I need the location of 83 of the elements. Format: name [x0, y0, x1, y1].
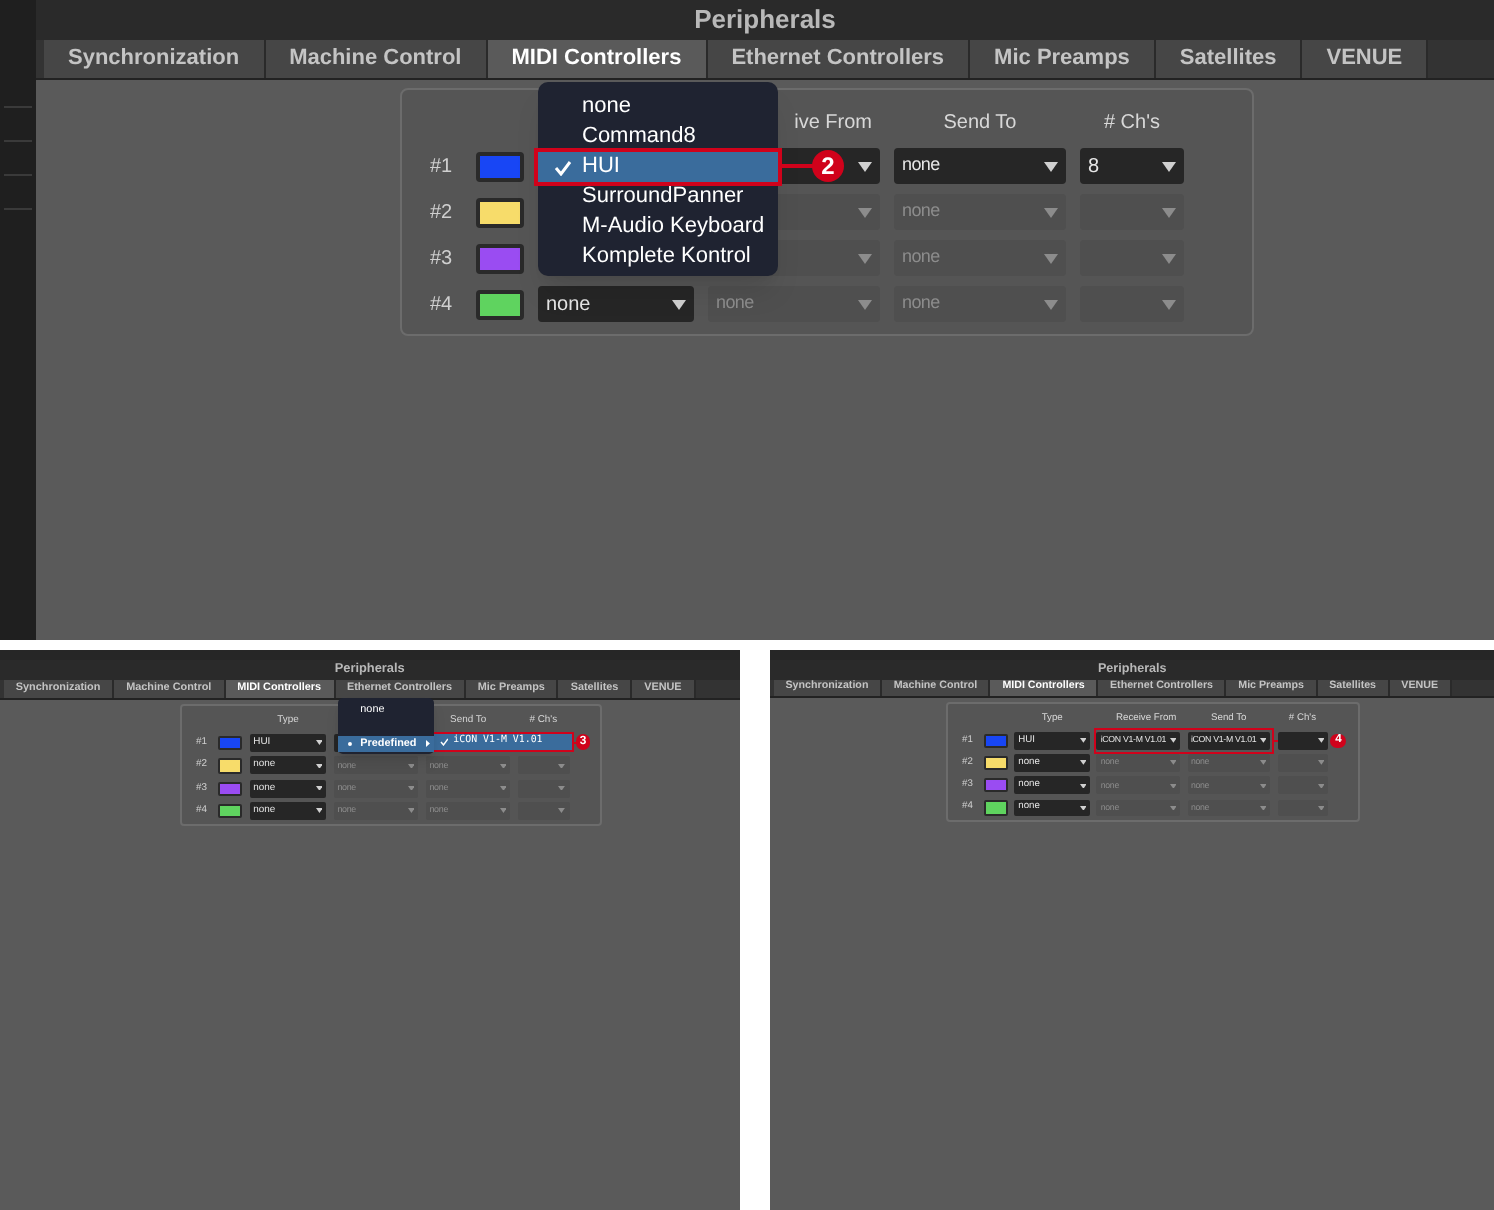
caret-icon — [315, 740, 323, 746]
menu-item[interactable]: HUI — [538, 152, 778, 182]
leader-line — [778, 164, 814, 168]
caret-icon — [499, 763, 507, 769]
caret-icon — [858, 299, 872, 309]
row-number: #2 — [430, 199, 455, 227]
caret-icon — [1079, 783, 1087, 789]
color-swatch[interactable] — [984, 756, 1008, 771]
caret-icon — [1079, 760, 1087, 766]
tab[interactable]: Ethernet Controllers — [707, 40, 971, 78]
menu-item[interactable]: none — [538, 92, 778, 122]
tab[interactable]: VENUE — [1302, 40, 1429, 78]
caret-icon — [1044, 161, 1058, 171]
color-swatch[interactable] — [984, 800, 1008, 816]
submenu-arrow-icon — [425, 740, 430, 748]
caret-icon — [1162, 207, 1176, 217]
color-swatch[interactable] — [218, 758, 243, 774]
caret-icon — [1317, 783, 1324, 789]
color-swatch[interactable] — [984, 733, 1008, 749]
dropdown[interactable]: none — [894, 148, 1066, 184]
row-number: #4 — [430, 291, 455, 319]
row-number: #3 — [430, 245, 455, 273]
caret-icon — [1259, 783, 1267, 789]
caret-icon — [1044, 299, 1058, 309]
caret-icon — [407, 808, 415, 814]
bullet-icon — [348, 741, 353, 746]
caret-icon — [1169, 738, 1177, 744]
check-icon — [439, 738, 449, 746]
caret-icon — [672, 299, 686, 309]
caret-icon — [1162, 253, 1176, 263]
color-swatch[interactable] — [476, 243, 524, 273]
caret-icon — [407, 763, 415, 769]
caret-icon — [1169, 805, 1177, 811]
color-swatch[interactable] — [476, 151, 524, 181]
caret-icon — [858, 253, 872, 263]
window-title: Peripherals — [694, 2, 836, 39]
dropdown[interactable]: 8 — [1080, 148, 1184, 184]
tab[interactable]: MIDI Controllers — [487, 40, 708, 78]
check-icon — [554, 159, 572, 175]
caret-icon — [858, 161, 872, 171]
caret-icon — [1162, 161, 1176, 171]
color-swatch[interactable] — [984, 778, 1008, 793]
column-header: ive From — [794, 109, 872, 137]
caret-icon — [558, 763, 566, 769]
caret-icon — [1259, 805, 1267, 811]
caret-icon — [315, 808, 323, 814]
caret-icon — [1169, 760, 1177, 766]
caret-icon — [1079, 738, 1087, 744]
caret-icon — [1259, 738, 1267, 744]
color-swatch[interactable] — [218, 803, 243, 819]
caret-icon — [499, 808, 507, 814]
column-header: # Ch's — [1103, 109, 1161, 137]
caret-icon — [315, 785, 323, 791]
tab[interactable]: Synchronization — [44, 40, 266, 78]
row-number: #1 — [430, 153, 455, 181]
color-swatch[interactable] — [218, 735, 243, 751]
caret-icon — [407, 785, 415, 791]
color-swatch[interactable] — [218, 781, 243, 796]
caret-icon — [1317, 805, 1324, 811]
menu-item[interactable]: Komplete Kontrol — [538, 242, 778, 272]
menu-item[interactable]: M-Audio Keyboard — [538, 212, 778, 242]
caret-icon — [499, 785, 507, 791]
color-swatch[interactable] — [476, 197, 524, 227]
menu-item[interactable]: Command8 — [538, 122, 778, 152]
caret-icon — [1162, 299, 1176, 309]
caret-icon — [315, 763, 323, 769]
caret-icon — [1317, 760, 1324, 766]
tab[interactable]: Machine Control — [265, 40, 488, 78]
caret-icon — [558, 785, 566, 791]
caret-icon — [1169, 783, 1177, 789]
caret-icon — [858, 207, 872, 217]
dropdown[interactable]: none — [538, 286, 694, 322]
caret-icon — [1079, 805, 1087, 811]
caret-icon — [558, 808, 566, 814]
column-header: Send To — [943, 109, 1017, 137]
caret-icon — [1317, 738, 1324, 744]
caret-icon — [1044, 207, 1058, 217]
tab[interactable]: Mic Preamps — [970, 40, 1156, 78]
caret-icon — [1044, 253, 1058, 263]
tab[interactable]: Satellites — [1155, 40, 1303, 78]
caret-icon — [1259, 760, 1267, 766]
menu-item[interactable]: SurroundPanner — [538, 182, 778, 212]
color-swatch[interactable] — [476, 289, 524, 319]
